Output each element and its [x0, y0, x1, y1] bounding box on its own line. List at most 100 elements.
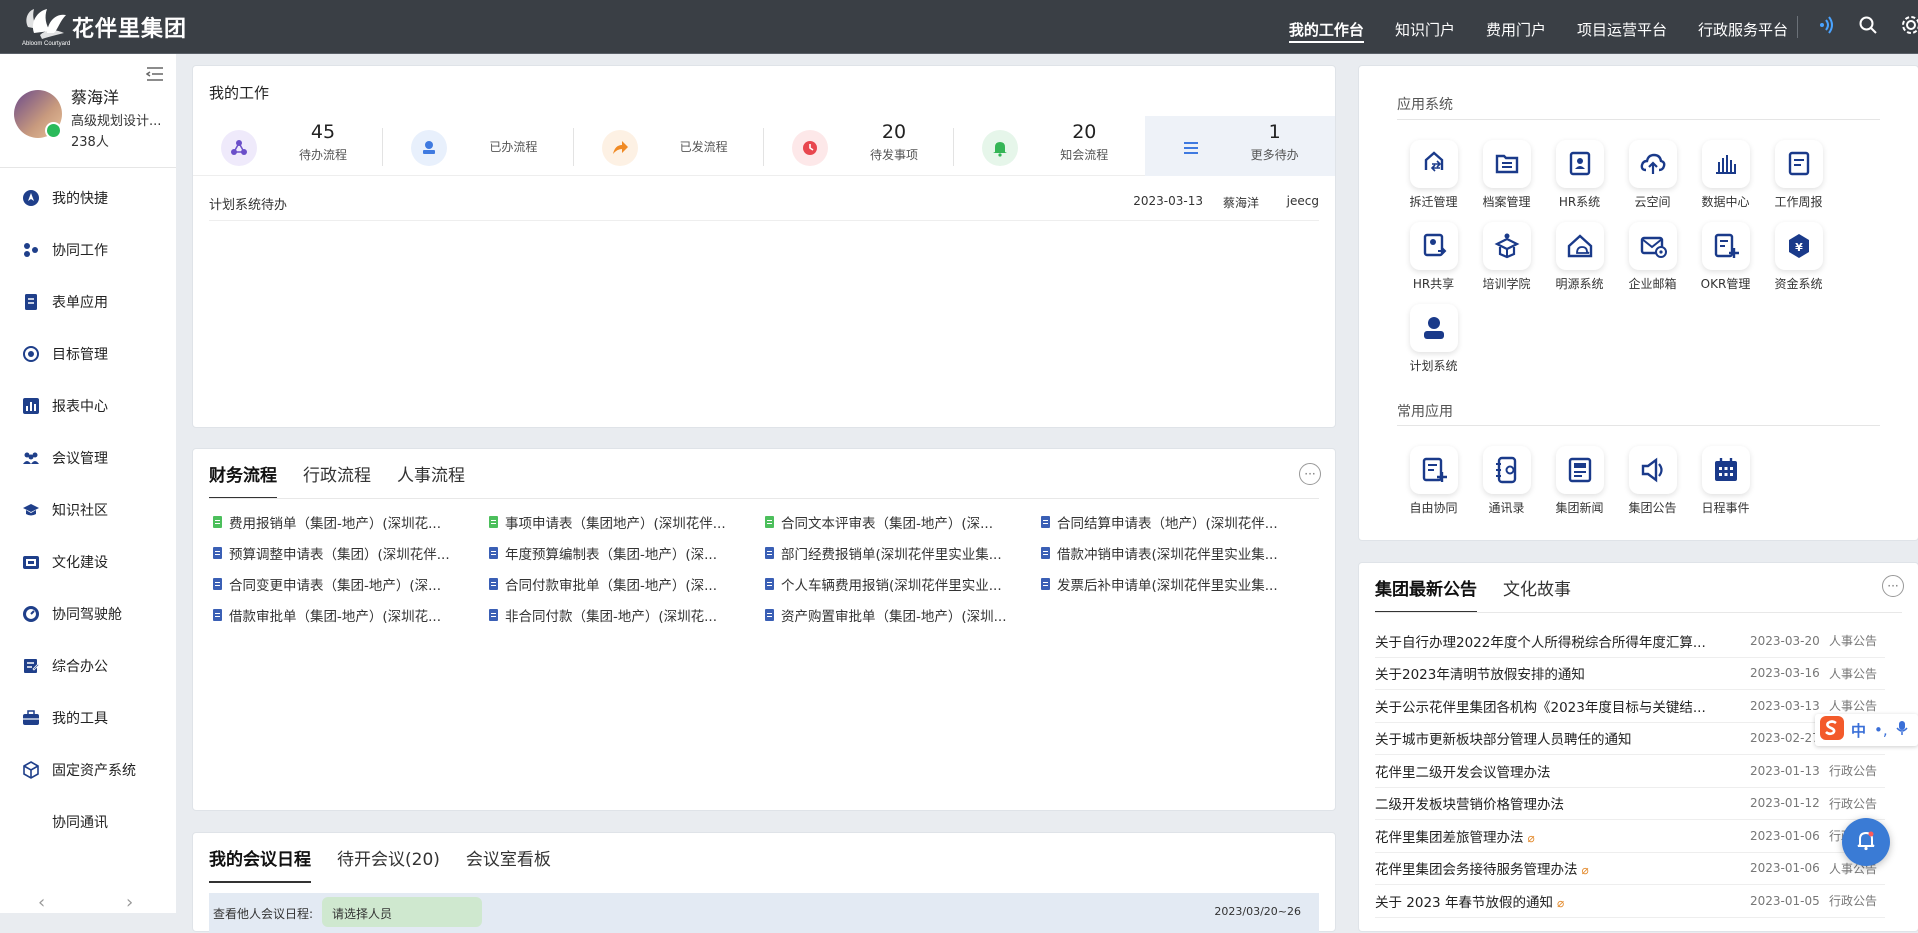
flow-form-item[interactable]: 合同结算申请表（地产）(深圳花伴...	[1041, 511, 1317, 533]
tab-room-board[interactable]: 会议室看板	[466, 843, 551, 883]
nav-expense-portal[interactable]: 费用门户	[1486, 0, 1546, 54]
sidebar-next-arrow[interactable]: ›	[126, 892, 133, 913]
meeting-tabs: 我的会议日程 待开会议(20) 会议室看板	[209, 843, 577, 883]
notice-row[interactable]: 关于2023年清明节放假安排的通知 2023-03-16 人事公告	[1375, 658, 1885, 690]
flow-form-item[interactable]: 资产购置审批单（集团-地产）(深圳...	[765, 604, 1041, 626]
app-tile[interactable]: ¥ 资金系统	[1762, 222, 1835, 292]
app-tile[interactable]: 云空间	[1616, 140, 1689, 210]
notification-fab[interactable]	[1842, 818, 1890, 866]
sidebar-item-tools[interactable]: 我的工具	[0, 692, 176, 744]
stat-done-flow[interactable]: 已办流程	[383, 116, 574, 176]
notices-more-button[interactable]: ···	[1882, 575, 1904, 597]
flow-form-item[interactable]: 预算调整申请表（集团）(深圳花伴...	[213, 542, 489, 564]
app-tile[interactable]: HR共享	[1397, 222, 1470, 292]
nav-admin-service[interactable]: 行政服务平台	[1698, 0, 1788, 54]
notice-row[interactable]: 关于城市更新板块部分管理人员聘任的通知2023-02-27人事公告	[1375, 723, 1885, 755]
nav-knowledge-portal[interactable]: 知识门户	[1395, 0, 1455, 54]
flows-more-button[interactable]: ···	[1299, 463, 1321, 485]
notice-title: 花伴里二级开发会议管理办法	[1375, 761, 1735, 781]
notice-row[interactable]: 花伴里集团会务接待服务管理办法 ⌀ 2023-01-06 人事公告	[1375, 853, 1885, 885]
todo-title: 计划系统待办	[209, 198, 288, 213]
flow-form-label: 借款冲销申请表(深圳花伴里实业集...	[1057, 547, 1278, 563]
ime-punct-icon[interactable]: •,	[1874, 721, 1888, 739]
notice-row[interactable]: 二级开发板块营销价格管理办法 2023-01-12 行政公告	[1375, 788, 1885, 820]
notice-row[interactable]: 花伴里二级开发会议管理办法 2023-01-13 行政公告	[1375, 755, 1885, 788]
logo[interactable]: Abloom Courtyard 花伴里集团	[20, 3, 190, 51]
app-tile[interactable]: HR系统	[1543, 140, 1616, 210]
notice-row[interactable]: 花伴里集团差旅管理办法⌀2023-01-06行政公告	[1375, 820, 1885, 853]
sidebar-prev-arrow[interactable]: ‹	[38, 892, 45, 913]
notice-row[interactable]: 关于自行办理2022年度个人所得税综合所得年度汇算... 2023-03-20 人事…	[1375, 625, 1885, 658]
flow-form-item[interactable]: 合同文本评审表（集团-地产）(深...	[765, 511, 1041, 533]
tab-culture-stories[interactable]: 文化故事	[1503, 573, 1571, 613]
app-label: 拆迁管理	[1409, 195, 1458, 209]
sidebar-item-reports[interactable]: 报表中心	[0, 380, 176, 432]
flow-form-item[interactable]: 个人车辆费用报销(深圳花伴里实业...	[765, 573, 1041, 595]
app-tile[interactable]: 集团新闻	[1543, 446, 1616, 516]
flow-form-label: 合同结算申请表（地产）(深圳花伴...	[1057, 516, 1278, 532]
stat-to-send[interactable]: 20 待发事项	[764, 116, 955, 176]
sidebar-item-goals[interactable]: 目标管理	[0, 328, 176, 380]
archive-icon	[1482, 140, 1531, 188]
stat-label: 已发流程	[679, 140, 728, 154]
nav-my-workbench[interactable]: 我的工作台	[1288, 0, 1364, 54]
app-tile[interactable]: 数据中心	[1689, 140, 1762, 210]
stat-pending-flow[interactable]: 45 待办流程	[193, 116, 384, 176]
ime-chinese-mode[interactable]: 中	[1851, 720, 1866, 741]
sidebar-item-collab[interactable]: 协同工作	[0, 224, 176, 276]
flow-form-item[interactable]: 借款审批单（集团-地产）(深圳花...	[213, 604, 489, 626]
collapse-sidebar-icon[interactable]	[145, 66, 164, 86]
flow-form-item[interactable]: 费用报销单（集团-地产）(深圳花...	[213, 511, 489, 533]
sidebar-item-office[interactable]: 综合办公	[0, 640, 176, 692]
stat-notify-flow[interactable]: 20 知会流程	[954, 116, 1144, 176]
nav-project-operation[interactable]: 项目运营平台	[1577, 0, 1667, 54]
app-tile[interactable]: 计划系统	[1397, 304, 1470, 374]
flow-form-item[interactable]: 发票后补申请单(深圳花伴里实业集...	[1041, 573, 1317, 595]
tab-pending-meetings[interactable]: 待开会议(20)	[337, 843, 440, 883]
tab-admin-flow[interactable]: 行政流程	[303, 459, 371, 499]
flow-form-item[interactable]: 借款冲销申请表(深圳花伴里实业集...	[1041, 542, 1317, 564]
app-tile[interactable]: 工作周报	[1762, 140, 1835, 210]
app-tile[interactable]: 拆迁管理	[1397, 140, 1470, 210]
stat-more-todo[interactable]: 1 更多待办	[1144, 116, 1335, 176]
tab-group-notices[interactable]: 集团最新公告	[1375, 573, 1477, 613]
app-tile[interactable]: 自由协同	[1397, 446, 1470, 516]
sidebar-item-culture[interactable]: 文化建设	[0, 536, 176, 588]
flow-form-item[interactable]: 合同付款审批单（集团-地产）(深...	[489, 573, 765, 595]
app-tile[interactable]: 通讯录	[1470, 446, 1543, 516]
sidebar-item-knowledge[interactable]: 知识社区	[0, 484, 176, 536]
sidebar-item-meetings[interactable]: 会议管理	[0, 432, 176, 484]
tab-my-meetings[interactable]: 我的会议日程	[209, 843, 311, 883]
settings-icon[interactable]	[1900, 14, 1918, 40]
app-tile[interactable]: 明源系统	[1543, 222, 1616, 292]
broadcast-icon[interactable]	[1816, 15, 1836, 39]
sidebar-item-comm[interactable]: 协同通讯	[0, 796, 176, 848]
flow-forms: 费用报销单（集团-地产）(深圳花... 事项申请表（集团地产）(深圳花伴... 合同…	[213, 511, 1323, 626]
sidebar-item-shortcuts[interactable]: 我的快捷	[0, 172, 176, 224]
flow-form-item[interactable]: 事项申请表（集团地产）(深圳花伴...	[489, 511, 765, 533]
app-tile[interactable]: 企业邮箱	[1616, 222, 1689, 292]
sidebar-item-cockpit[interactable]: 协同驾驶舱	[0, 588, 176, 640]
notice-row[interactable]: 关于公示花伴里集团各机构《2023年度目标与关键结... 2023-03-13 人事…	[1375, 690, 1885, 723]
tab-finance-flow[interactable]: 财务流程	[209, 459, 277, 499]
app-tile[interactable]: 集团公告	[1616, 446, 1689, 516]
document-icon	[1041, 547, 1050, 559]
flow-form-item[interactable]: 合同变更申请表（集团-地产）(深...	[213, 573, 489, 595]
flow-form-item[interactable]: 部门经费报销单(深圳花伴里实业集...	[765, 542, 1041, 564]
search-icon[interactable]	[1858, 15, 1878, 39]
sidebar-item-forms[interactable]: 表单应用	[0, 276, 176, 328]
microphone-icon[interactable]	[1896, 720, 1908, 740]
person-select[interactable]: 请选择人员	[322, 897, 482, 927]
app-tile[interactable]: 培训学院	[1470, 222, 1543, 292]
sidebar-item-assets[interactable]: 固定资产系统	[0, 744, 176, 796]
stat-sent-flow[interactable]: 已发流程	[574, 116, 764, 176]
todo-row[interactable]: 计划系统待办 2023-03-13 蔡海洋 jeecg	[209, 191, 1319, 221]
app-tile[interactable]: 日程事件	[1689, 446, 1762, 516]
tab-hr-flow[interactable]: 人事流程	[397, 459, 465, 499]
flow-form-item[interactable]: 非合同付款（集团-地产）(深圳花...	[489, 604, 765, 626]
common-apps-line	[1397, 425, 1880, 426]
app-tile[interactable]: OKR管理	[1689, 222, 1762, 292]
ime-toolbar[interactable]: 中 •,	[1815, 714, 1918, 746]
flow-form-item[interactable]: 年度预算编制表（集团-地产）(深...	[489, 542, 765, 564]
app-tile[interactable]: 档案管理	[1470, 140, 1543, 210]
